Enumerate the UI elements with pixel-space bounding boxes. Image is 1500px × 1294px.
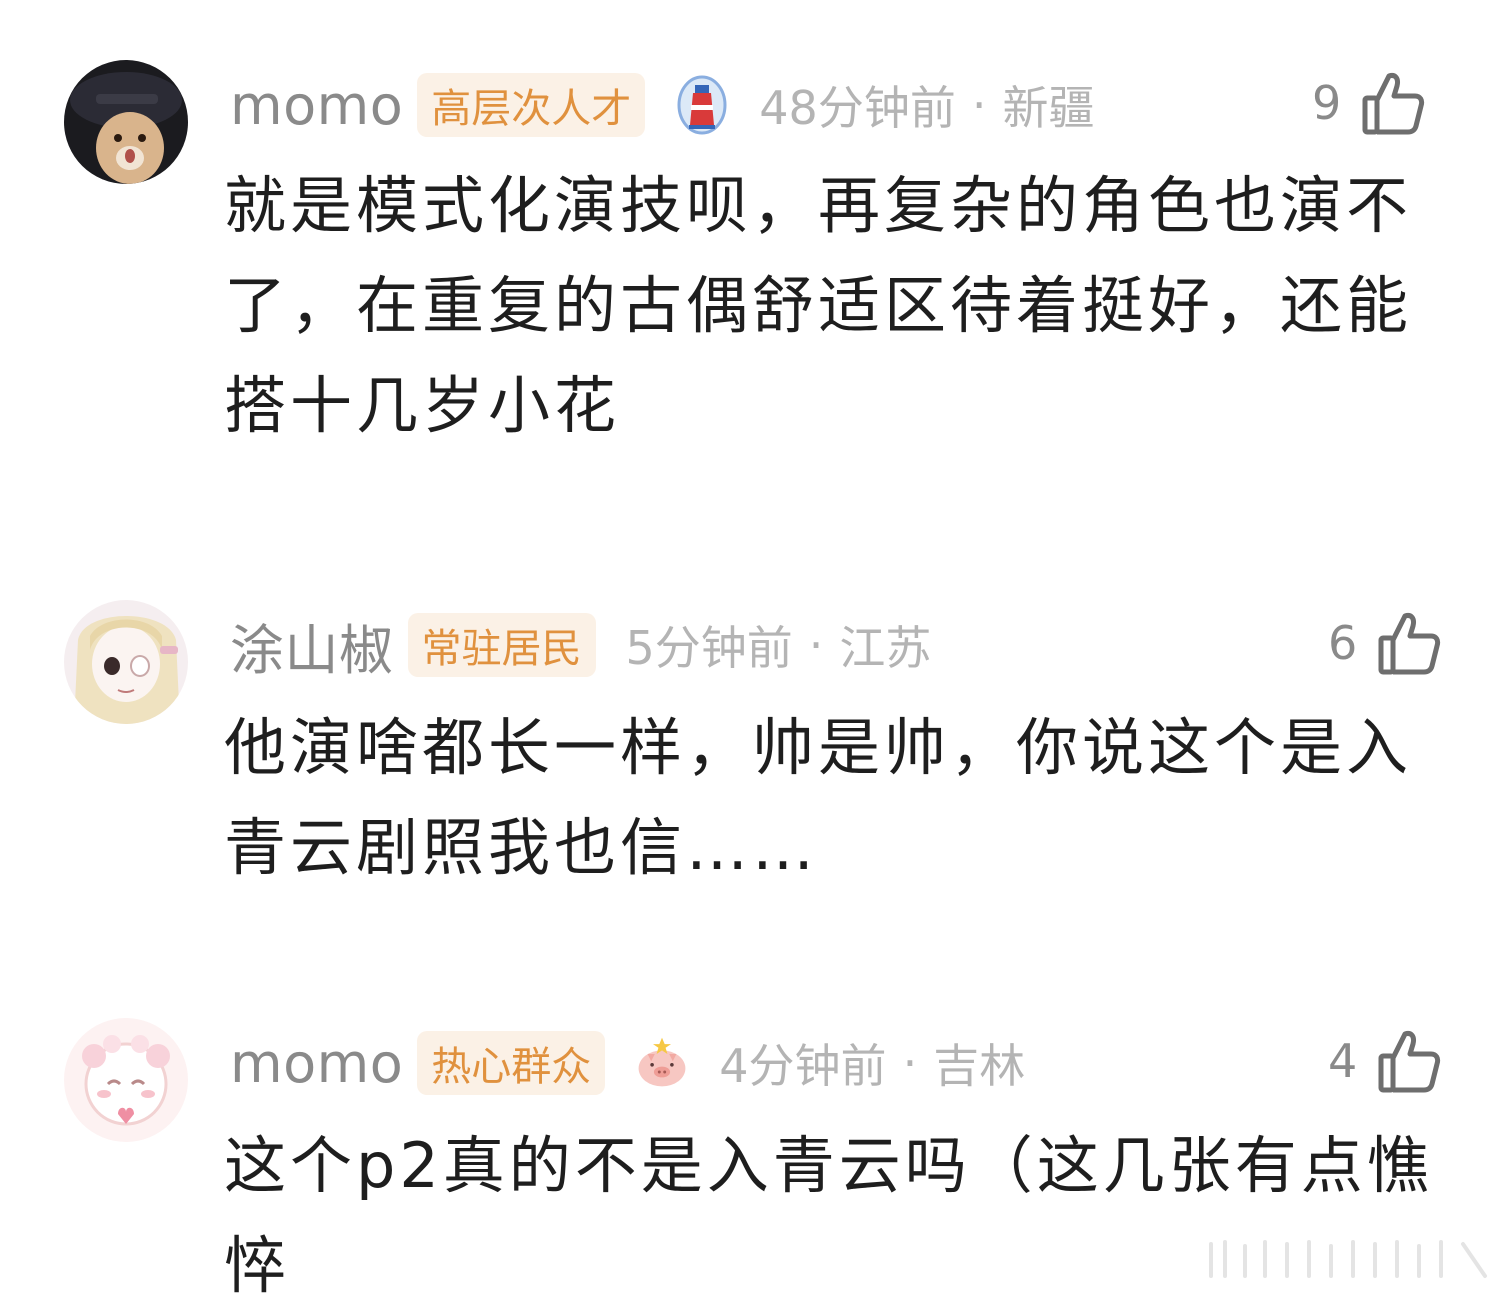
meta-separator: ·	[808, 618, 824, 672]
comment-location: 吉林	[933, 1039, 1026, 1093]
user-level-badge[interactable]: 热心群众	[417, 1031, 606, 1095]
comment-time: 4分钟前	[719, 1039, 887, 1093]
like-button[interactable]: 9	[1312, 70, 1425, 136]
thumbs-up-icon	[1361, 70, 1425, 136]
avatar[interactable]	[64, 60, 188, 184]
user-level-badge[interactable]: 高层次人才	[417, 73, 646, 137]
pig-medal-icon[interactable]	[635, 1033, 689, 1093]
watermark	[1205, 1238, 1495, 1280]
comment-header: momo 热心群众 4分钟前 · 吉林	[230, 1028, 1025, 1098]
comment-header: momo 高层次人才 48分钟前 · 新疆	[230, 70, 1094, 140]
avatar[interactable]	[64, 1018, 188, 1142]
like-count: 6	[1328, 616, 1358, 670]
comment-time: 5分钟前	[625, 621, 793, 675]
comment-header: 涂山椒 常驻居民 5分钟前 · 江苏	[230, 610, 932, 682]
comment-meta: 5分钟前 · 江苏	[626, 612, 932, 678]
comment-location: 新疆	[1002, 81, 1095, 135]
meta-separator: ·	[902, 1036, 918, 1090]
comment-text: 就是模式化演技呗，再复杂的角色也演不了，在重复的古偶舒适区待着挺好，还能搭十几岁…	[224, 169, 1413, 442]
comment-time: 48分钟前	[759, 81, 956, 135]
comment-meta: 4分钟前 · 吉林	[719, 1030, 1025, 1096]
username[interactable]: momo	[230, 74, 403, 137]
thumbs-up-icon	[1377, 1028, 1441, 1094]
thumbs-up-icon	[1377, 610, 1441, 676]
like-button[interactable]: 4	[1328, 1028, 1441, 1094]
comment-meta: 48分钟前 · 新疆	[759, 72, 1094, 138]
username[interactable]: momo	[230, 1032, 403, 1095]
comment-location: 江苏	[839, 621, 932, 675]
avatar[interactable]	[64, 600, 188, 724]
like-count: 4	[1328, 1034, 1358, 1088]
meta-separator: ·	[971, 78, 987, 132]
lighthouse-medal-icon[interactable]	[675, 75, 729, 135]
user-level-badge[interactable]: 常驻居民	[407, 613, 596, 677]
like-button[interactable]: 6	[1328, 610, 1441, 676]
username[interactable]: 涂山椒	[230, 606, 394, 685]
comment-text: 他演啥都长一样，帅是帅，你说这个是入青云剧照我也信……	[224, 711, 1413, 884]
like-count: 9	[1312, 76, 1342, 130]
